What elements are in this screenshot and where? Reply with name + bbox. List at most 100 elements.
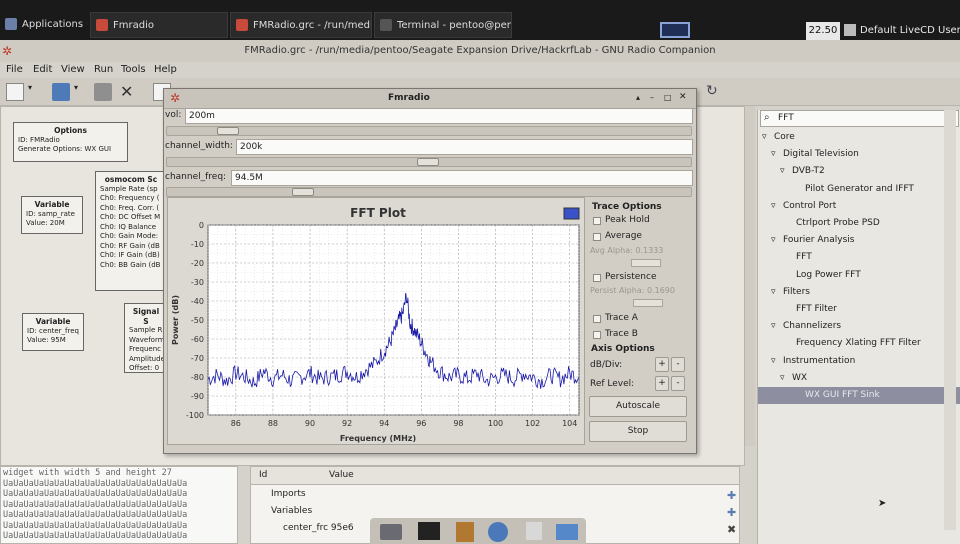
add-icon[interactable]: ✚ — [727, 489, 736, 502]
y-tick-label: -80 — [191, 373, 204, 382]
menu-edit[interactable]: Edit — [33, 62, 52, 78]
db-div-minus-button[interactable]: - — [671, 357, 685, 372]
tree-scrollbar[interactable] — [944, 110, 956, 530]
task-grc[interactable]: FMRadio.grc - /run/medi — [230, 12, 372, 38]
tree-item[interactable]: ▿ Control Port — [758, 198, 960, 215]
tree-item[interactable]: Pilot Generator and IFFT — [758, 181, 960, 198]
expand-arrow-icon[interactable]: ▿ — [771, 318, 783, 335]
tree-item[interactable]: Log Power FFT — [758, 267, 960, 284]
expand-arrow-icon[interactable]: ▿ — [780, 370, 792, 387]
window-menu-icon[interactable]: ▴ — [636, 93, 640, 102]
tree-item[interactable]: FFT Filter — [758, 301, 960, 318]
channel-width-input[interactable]: 200k — [236, 139, 693, 155]
menu-help[interactable]: Help — [154, 62, 177, 78]
table-row[interactable]: center_frc 95e6 — [283, 523, 354, 533]
expand-arrow-icon[interactable]: ▿ — [780, 163, 792, 180]
expand-arrow-icon[interactable]: ▿ — [762, 129, 774, 146]
tree-item[interactable]: ▿ Channelizers — [758, 318, 960, 335]
dock-launcher-icon[interactable] — [380, 524, 402, 540]
task-fmradio[interactable]: Fmradio — [90, 12, 228, 38]
autoscale-button[interactable]: Autoscale — [589, 396, 687, 417]
chevron-down-icon[interactable]: ▾ — [28, 83, 38, 101]
channel-width-slider[interactable] — [166, 157, 692, 167]
tree-item[interactable]: Frequency Xlating FFT Filter — [758, 335, 960, 352]
persist-alpha-slider[interactable] — [633, 299, 663, 307]
tree-item-label: Ctrlport Probe PSD — [796, 218, 880, 228]
channel-freq-slider-thumb[interactable] — [292, 188, 314, 196]
user-label[interactable]: Default LiveCD User — [860, 22, 960, 40]
tree-item-label: Control Port — [783, 200, 837, 211]
task-label: FMRadio.grc - /run/medi — [253, 20, 372, 31]
block-line: Ch0: IF Gain (dB) — [100, 251, 160, 259]
ref-level-plus-button[interactable]: + — [655, 376, 669, 391]
channel-freq-input[interactable]: 94.5M — [231, 170, 693, 186]
peak-hold-checkbox[interactable] — [593, 217, 601, 225]
options-block[interactable]: Options ID: FMRadio Generate Options: WX… — [13, 122, 128, 162]
table-row[interactable]: Imports — [271, 489, 306, 499]
dock-files-icon[interactable] — [456, 522, 474, 542]
tree-item[interactable]: ▿ DVB-T2 — [758, 163, 960, 180]
variable-block-samp-rate[interactable]: Variable ID: samp_rate Value: 20M — [21, 196, 83, 234]
canvas-scrollbar[interactable] — [745, 106, 755, 446]
minimize-icon[interactable]: – — [650, 93, 654, 102]
stop-button[interactable]: Stop — [589, 421, 687, 442]
channel-width-slider-thumb[interactable] — [417, 158, 439, 166]
tree-item[interactable]: WX GUI FFT Sink — [758, 387, 960, 404]
expand-arrow-icon[interactable]: ▿ — [771, 198, 783, 215]
console-line: UaUaUaUaUaUaUaUaUaUaUaUaUaUaUaUaUaUa — [3, 499, 188, 510]
db-div-plus-button[interactable]: + — [655, 357, 669, 372]
menu-view[interactable]: View — [61, 62, 85, 78]
trace-a-checkbox[interactable] — [593, 315, 601, 323]
rotate-icon[interactable]: ↻ — [706, 83, 724, 101]
save-icon[interactable] — [94, 83, 112, 101]
dock-terminal-icon[interactable] — [418, 522, 440, 540]
block-search-input[interactable]: FFT — [778, 113, 794, 123]
osmocom-source-block[interactable]: osmocom Sc Sample Rate (sp Ch0: Frequenc… — [95, 171, 167, 291]
close-icon[interactable]: ✕ — [120, 83, 138, 101]
menu-run[interactable]: Run — [94, 62, 113, 78]
workspace-switcher[interactable] — [660, 22, 690, 38]
new-file-icon[interactable] — [6, 83, 24, 101]
tree-item[interactable]: FFT — [758, 249, 960, 266]
vol-slider[interactable] — [166, 126, 692, 136]
menu-tools[interactable]: Tools — [121, 62, 146, 78]
chevron-down-icon[interactable]: ▾ — [74, 83, 84, 101]
applications-menu[interactable]: Applications — [0, 12, 88, 38]
avg-alpha-slider[interactable] — [631, 259, 661, 267]
tree-item[interactable]: Ctrlport Probe PSD — [758, 215, 960, 232]
expand-arrow-icon[interactable]: ▿ — [771, 232, 783, 249]
expand-arrow-icon[interactable]: ▿ — [771, 284, 783, 301]
remove-icon[interactable]: ✖ — [727, 523, 736, 536]
signal-source-block[interactable]: Signal S Sample R Waveform Frequenc Ampl… — [124, 303, 168, 373]
block-search-field[interactable]: ⌕ FFT ✖ — [760, 110, 959, 127]
variable-block-center-freq[interactable]: Variable ID: center_freq Value: 95M — [22, 313, 84, 351]
vol-slider-thumb[interactable] — [217, 127, 239, 135]
dock-browser-icon[interactable] — [488, 522, 508, 542]
tree-item[interactable]: ▿ Core — [758, 129, 960, 146]
ref-level-minus-button[interactable]: - — [671, 376, 685, 391]
fft-plot[interactable]: FFT Plot Frequency (MHz) Power (dB) 86 88… — [168, 198, 586, 446]
expand-arrow-icon[interactable]: ▿ — [771, 146, 783, 163]
menu-file[interactable]: File — [6, 62, 23, 78]
x-tick-label: 86 — [231, 419, 241, 428]
search-icon: ⌕ — [764, 112, 770, 123]
average-checkbox[interactable] — [593, 233, 601, 241]
maximize-icon[interactable]: □ — [664, 93, 672, 102]
channel-freq-slider[interactable] — [166, 187, 692, 197]
dock-folder-icon[interactable] — [556, 524, 578, 540]
expand-arrow-icon[interactable]: ▿ — [771, 353, 783, 370]
tree-item[interactable]: ▿ Digital Television — [758, 146, 960, 163]
vol-input[interactable]: 200m — [185, 108, 693, 124]
close-icon[interactable]: ✕ — [679, 92, 687, 102]
persistence-checkbox[interactable] — [593, 274, 601, 282]
tree-item[interactable]: ▿ Fourier Analysis — [758, 232, 960, 249]
task-terminal[interactable]: Terminal - pentoo@pent — [374, 12, 512, 38]
tree-item[interactable]: ▿ WX — [758, 370, 960, 387]
table-row[interactable]: Variables — [271, 506, 312, 516]
tree-item[interactable]: ▿ Filters — [758, 284, 960, 301]
open-file-icon[interactable] — [52, 83, 70, 101]
add-icon[interactable]: ✚ — [727, 506, 736, 519]
tree-item[interactable]: ▿ Instrumentation — [758, 353, 960, 370]
dock-search-icon[interactable] — [526, 522, 542, 540]
trace-b-checkbox[interactable] — [593, 331, 601, 339]
